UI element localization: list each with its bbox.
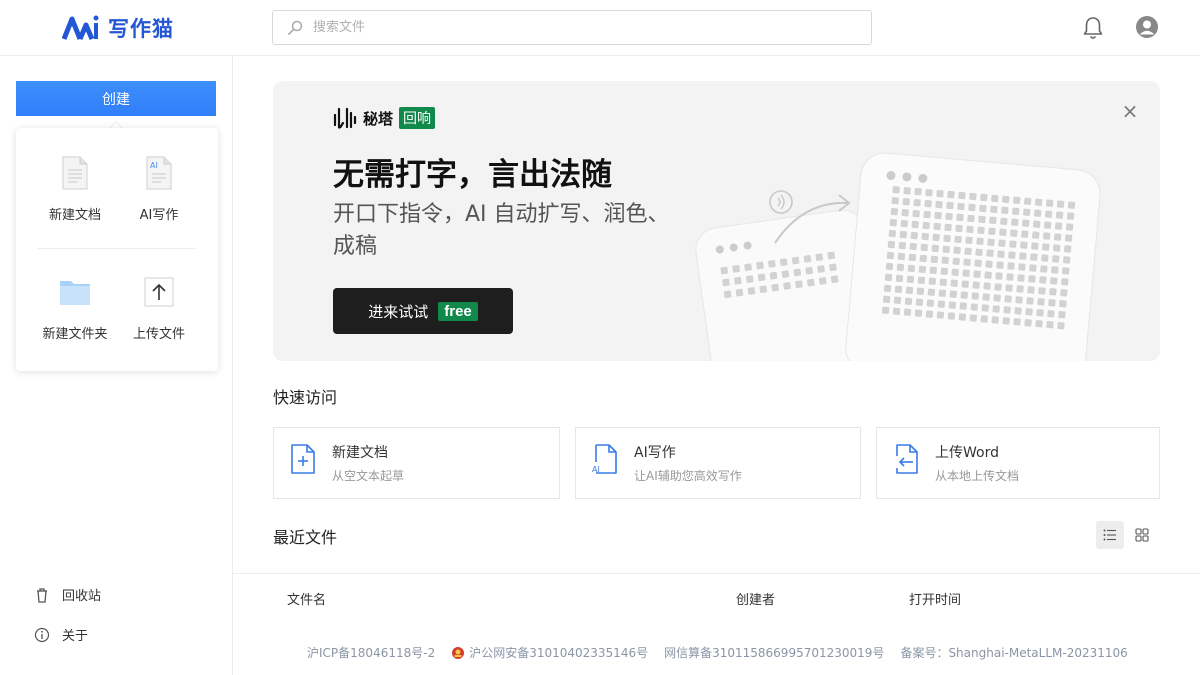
brand-name: 秘塔 xyxy=(363,109,394,128)
try-now-label: 进来试试 xyxy=(368,303,429,321)
quick-card-title: AI写作 xyxy=(634,445,676,461)
quick-card-desc: 让AI辅助您高效写作 xyxy=(634,469,742,483)
bell-icon[interactable] xyxy=(1081,15,1105,41)
column-header-open-time[interactable]: 打开时间 xyxy=(909,589,961,608)
quick-card-upload-word[interactable]: 上传Word 从本地上传文档 xyxy=(876,427,1160,499)
grid-view-icon xyxy=(1135,528,1149,542)
quick-access-title: 快速访问 xyxy=(273,388,338,407)
user-avatar-icon[interactable] xyxy=(1135,15,1159,39)
sidebar-item-trash[interactable]: 回收站 xyxy=(34,585,101,604)
svg-text:AI: AI xyxy=(150,161,158,170)
list-view-icon xyxy=(1103,529,1116,541)
folder-icon xyxy=(59,273,91,311)
promo-banner: 秘塔 回响 无需打字，言出法随 开口下指令，AI 自动扩写、润色、成稿 进来试试… xyxy=(273,81,1160,361)
create-menu-divider xyxy=(38,248,196,249)
ai-document-icon: AI xyxy=(592,444,617,474)
document-icon xyxy=(59,154,91,192)
create-menu: 新建文档 AI AI写作 新建文件夹 上传文件 xyxy=(16,128,218,371)
keyboard-illustration-icon xyxy=(695,152,1101,361)
grid-view-toggle[interactable] xyxy=(1128,521,1156,549)
top-header: 写作猫 xyxy=(0,0,1200,56)
icp-link[interactable]: 沪ICP备18046118号-2 xyxy=(307,644,435,661)
recent-files-table-header: 文件名 创建者 打开时间 xyxy=(233,573,1200,619)
sidebar-item-trash-label: 回收站 xyxy=(62,589,102,604)
quick-card-title: 上传Word xyxy=(935,445,999,461)
quick-card-title: 新建文档 xyxy=(332,445,388,461)
create-upload-file[interactable]: 上传文件 xyxy=(117,273,201,353)
free-badge: free xyxy=(438,301,478,321)
banner-brand: 秘塔 回响 xyxy=(333,107,436,129)
quick-card-desc: 从本地上传文档 xyxy=(935,469,1020,483)
create-new-document-label: 新建文档 xyxy=(48,208,101,223)
waveform-logo-icon xyxy=(333,107,357,129)
upload-word-icon xyxy=(896,444,918,474)
sidebar: 创建 新建文档 AI AI写作 新建文件夹 上传文件 回收站 关于 xyxy=(0,56,233,675)
trash-icon xyxy=(37,587,47,603)
search-input[interactable] xyxy=(313,20,833,35)
try-now-button[interactable]: 进来试试 free xyxy=(333,288,513,334)
net-info-record[interactable]: 网信算备310115866995701230019号 xyxy=(664,644,884,661)
create-ai-writing[interactable]: AI AI写作 xyxy=(117,154,201,234)
create-upload-file-label: 上传文件 xyxy=(132,327,185,342)
list-view-toggle[interactable] xyxy=(1096,521,1124,549)
app-logo[interactable]: 写作猫 xyxy=(62,12,174,44)
police-emblem-icon xyxy=(452,646,465,659)
ai-document-icon: AI xyxy=(143,154,175,192)
upload-icon xyxy=(143,273,175,311)
column-header-filename[interactable]: 文件名 xyxy=(287,589,326,608)
banner-title: 无需打字，言出法随 xyxy=(333,157,612,193)
sidebar-item-about-label: 关于 xyxy=(62,629,89,644)
police-record-label: 沪公网安备31010402335146号 xyxy=(469,646,649,660)
footer: 沪ICP备18046118号-2 沪公网安备31010402335146号 网信… xyxy=(307,644,1128,661)
column-header-creator[interactable]: 创建者 xyxy=(736,589,775,608)
quick-card-desc: 从空文本起草 xyxy=(332,469,405,483)
police-record[interactable]: 沪公网安备31010402335146号 xyxy=(451,644,648,661)
create-ai-writing-label: AI写作 xyxy=(139,208,179,223)
create-new-document[interactable]: 新建文档 xyxy=(33,154,117,234)
close-icon[interactable]: × xyxy=(1120,101,1140,121)
quick-card-new-document[interactable]: 新建文档 从空文本起草 xyxy=(273,427,560,499)
quick-card-ai-writing[interactable]: AI AI写作 让AI辅助您高效写作 xyxy=(575,427,861,499)
svg-text:AI: AI xyxy=(592,465,600,474)
logo-text: 写作猫 xyxy=(108,17,174,41)
brand-tag: 回响 xyxy=(399,107,436,129)
model-record[interactable]: 备案号：Shanghai-MetaLLM-20231106 xyxy=(900,644,1127,661)
new-document-icon xyxy=(291,444,315,474)
create-new-folder-label: 新建文件夹 xyxy=(42,327,108,342)
create-new-folder[interactable]: 新建文件夹 xyxy=(33,273,117,353)
banner-subtitle: 开口下指令，AI 自动扩写、润色、成稿 xyxy=(333,202,670,259)
recent-files-title: 最近文件 xyxy=(273,528,338,547)
sidebar-item-about[interactable]: 关于 xyxy=(34,625,88,644)
logo-mark-icon xyxy=(62,15,99,40)
info-icon xyxy=(34,627,50,642)
create-button[interactable]: 创建 xyxy=(16,81,216,116)
search-icon xyxy=(287,20,303,35)
search-box[interactable] xyxy=(272,10,872,45)
